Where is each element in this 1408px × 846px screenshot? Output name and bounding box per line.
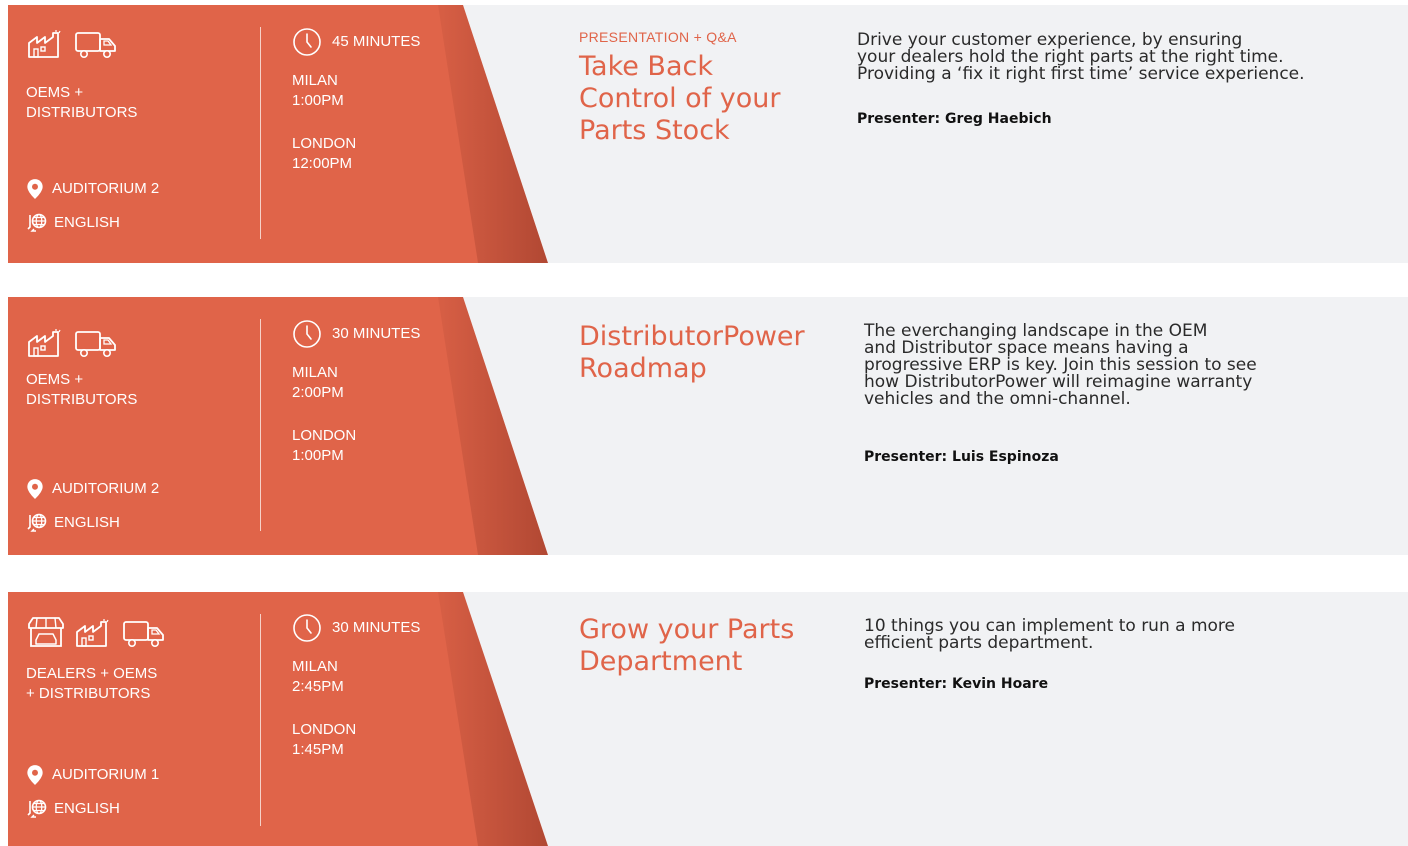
audience-icons xyxy=(26,328,118,358)
duration-label: 45 MINUTES xyxy=(332,33,421,50)
milan-label: MILAN xyxy=(292,72,338,89)
globe-language-icon xyxy=(26,212,48,234)
truck-icon xyxy=(74,328,118,358)
session-description: The everchanging landscape in the OEM an… xyxy=(864,321,1257,409)
location-pin-icon xyxy=(26,178,44,200)
schedule: 45 MINUTES MILAN 1:00PM LONDON 12:00PM xyxy=(292,27,420,174)
room-row: AUDITORIUM 2 xyxy=(26,178,159,200)
presenter-name: Presenter: Kevin Hoare xyxy=(864,676,1049,692)
location-pin-icon xyxy=(26,478,44,500)
audience-label: DEALERS + OEMS + DISTRIBUTORS xyxy=(26,665,158,702)
milan-time: 2:00PM xyxy=(292,384,344,401)
schedule: 30 MINUTES MILAN 2:45PM LONDON 1:45PM xyxy=(292,613,420,760)
duration-row: 30 MINUTES xyxy=(292,319,420,349)
audience-label: OEMS + DISTRIBUTORS xyxy=(26,84,138,121)
clock-icon xyxy=(292,613,322,643)
london-time: 12:00PM xyxy=(292,155,353,172)
london-label: LONDON xyxy=(292,135,357,152)
truck-icon xyxy=(74,29,118,59)
presenter-name: Presenter: Luis Espinoza xyxy=(864,449,1059,465)
session-type-tag: PRESENTATION + Q&A xyxy=(579,29,737,45)
room-row: AUDITORIUM 2 xyxy=(26,478,159,500)
session-description: Drive your customer experience, by ensur… xyxy=(857,30,1305,84)
dealership-icon xyxy=(26,616,66,648)
room-label: AUDITORIUM 2 xyxy=(52,480,160,497)
session-card: OEMS + DISTRIBUTORS AUDITORIUM 2 ENGLISH… xyxy=(8,297,1408,555)
audience-label: OEMS + DISTRIBUTORS xyxy=(26,371,138,408)
divider xyxy=(260,614,261,826)
session-heading: DistributorPower Roadmap xyxy=(579,321,805,385)
room-label: AUDITORIUM 1 xyxy=(52,766,160,783)
milan-time: 2:45PM xyxy=(292,678,344,695)
divider xyxy=(260,319,261,531)
session-title: Grow your Parts Department xyxy=(579,614,795,677)
language-row: ENGLISH xyxy=(26,798,120,820)
factory-icon xyxy=(26,29,66,59)
truck-icon xyxy=(122,618,166,648)
session-title: Take Back Control of your Parts Stock xyxy=(579,51,781,146)
presenter-name: Presenter: Greg Haebich xyxy=(857,111,1052,127)
session-card: OEMS + DISTRIBUTORS AUDITORIUM 2 ENGLISH… xyxy=(8,5,1408,263)
language-label: ENGLISH xyxy=(54,214,120,231)
room-row: AUDITORIUM 1 xyxy=(26,764,159,786)
session-heading: PRESENTATION + Q&A Take Back Control of … xyxy=(579,29,781,147)
schedule: 30 MINUTES MILAN 2:00PM LONDON 1:00PM xyxy=(292,319,420,466)
divider xyxy=(260,27,261,239)
duration-row: 30 MINUTES xyxy=(292,613,420,643)
london-time: 1:00PM xyxy=(292,447,344,464)
duration-row: 45 MINUTES xyxy=(292,27,420,57)
clock-icon xyxy=(292,319,322,349)
milan-label: MILAN xyxy=(292,364,338,381)
factory-icon xyxy=(74,618,114,648)
london-label: LONDON xyxy=(292,721,357,738)
london-time: 1:45PM xyxy=(292,741,344,758)
language-row: ENGLISH xyxy=(26,212,120,234)
language-label: ENGLISH xyxy=(54,800,120,817)
duration-label: 30 MINUTES xyxy=(332,619,421,636)
audience-icons xyxy=(26,616,166,648)
factory-icon xyxy=(26,328,66,358)
audience-icons xyxy=(26,29,118,59)
session-description: 10 things you can implement to run a mor… xyxy=(864,616,1235,653)
language-label: ENGLISH xyxy=(54,514,120,531)
session-card: DEALERS + OEMS + DISTRIBUTORS AUDITORIUM… xyxy=(8,592,1408,846)
clock-icon xyxy=(292,27,322,57)
room-label: AUDITORIUM 2 xyxy=(52,180,160,197)
session-title: DistributorPower Roadmap xyxy=(579,321,805,384)
location-pin-icon xyxy=(26,764,44,786)
globe-language-icon xyxy=(26,512,48,534)
milan-time: 1:00PM xyxy=(292,92,344,109)
duration-label: 30 MINUTES xyxy=(332,325,421,342)
language-row: ENGLISH xyxy=(26,512,120,534)
milan-label: MILAN xyxy=(292,658,338,675)
session-heading: Grow your Parts Department xyxy=(579,614,794,678)
london-label: LONDON xyxy=(292,427,357,444)
globe-language-icon xyxy=(26,798,48,820)
